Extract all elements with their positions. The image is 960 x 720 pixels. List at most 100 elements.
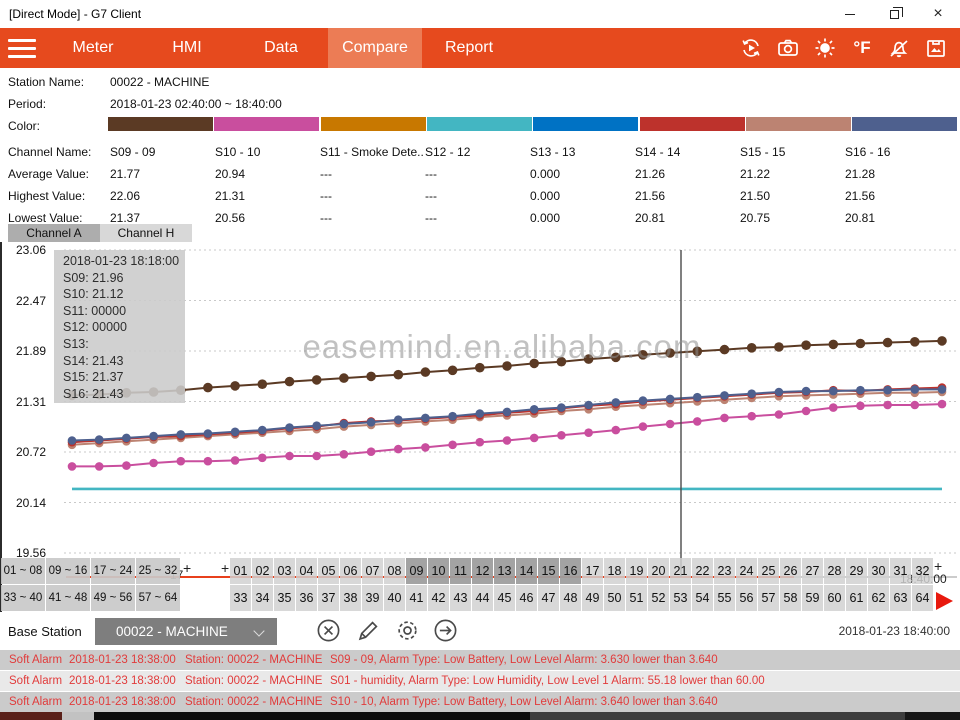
alarm-mute-bell-icon[interactable] [885, 34, 913, 62]
channel-button-09[interactable]: 09 [406, 558, 427, 584]
channel-button-60[interactable]: 60 [824, 585, 845, 611]
minimize-button[interactable] [828, 0, 872, 28]
hamburger-menu-icon[interactable] [0, 28, 46, 68]
channel-button-26[interactable]: 26 [780, 558, 801, 584]
channel-button-02[interactable]: 02 [252, 558, 273, 584]
channel-button-39[interactable]: 39 [362, 585, 383, 611]
alarm-row-3[interactable]: Soft Alarm2018-01-23 18:38:00Station: 00… [0, 692, 960, 712]
zoom-plus-button-2[interactable]: + [934, 558, 942, 574]
channel-button-53[interactable]: 53 [670, 585, 691, 611]
channel-button-17[interactable]: 17 [582, 558, 603, 584]
close-button[interactable]: × [916, 0, 960, 28]
channel-button-34[interactable]: 34 [252, 585, 273, 611]
channel-button-15[interactable]: 15 [538, 558, 559, 584]
channel-button-12[interactable]: 12 [472, 558, 493, 584]
channel-button-13[interactable]: 13 [494, 558, 515, 584]
channel-button-11[interactable]: 11 [450, 558, 471, 584]
channel-button-58[interactable]: 58 [780, 585, 801, 611]
apply-go-button[interactable] [432, 617, 459, 644]
alarm-row-2[interactable]: Soft Alarm2018-01-23 18:38:00Station: 00… [0, 671, 960, 691]
channel-button-07[interactable]: 07 [362, 558, 383, 584]
channel-button-24[interactable]: 24 [736, 558, 757, 584]
channel-button-03[interactable]: 03 [274, 558, 295, 584]
channel-button-38[interactable]: 38 [340, 585, 361, 611]
channel-button-01[interactable]: 01 [230, 558, 251, 584]
channel-button-19[interactable]: 19 [626, 558, 647, 584]
clear-button[interactable] [315, 617, 342, 644]
sync-play-icon[interactable] [737, 34, 765, 62]
channel-button-43[interactable]: 43 [450, 585, 471, 611]
channel-button-27[interactable]: 27 [802, 558, 823, 584]
edit-pencil-button[interactable] [355, 617, 382, 644]
channel-button-33[interactable]: 33 [230, 585, 251, 611]
channel-button-21[interactable]: 21 [670, 558, 691, 584]
channel-button-05[interactable]: 05 [318, 558, 339, 584]
base-station-dropdown[interactable]: 00022 - MACHINE [95, 618, 277, 645]
channel-button-22[interactable]: 22 [692, 558, 713, 584]
channel-button-31[interactable]: 31 [890, 558, 911, 584]
channel-button-50[interactable]: 50 [604, 585, 625, 611]
channel-button-16[interactable]: 16 [560, 558, 581, 584]
channel-button-25[interactable]: 25 [758, 558, 779, 584]
tab-channel-a[interactable]: Channel A [8, 224, 100, 242]
channel-button-52[interactable]: 52 [648, 585, 669, 611]
camera-icon[interactable] [774, 34, 802, 62]
tab-channel-h[interactable]: Channel H [100, 224, 192, 242]
settings-gear-button[interactable] [394, 617, 421, 644]
channel-button-40[interactable]: 40 [384, 585, 405, 611]
channel-button-44[interactable]: 44 [472, 585, 493, 611]
channel-button-47[interactable]: 47 [538, 585, 559, 611]
zoom-plus-button-0[interactable]: + [183, 560, 191, 576]
channel-button-45[interactable]: 45 [494, 585, 515, 611]
restore-button[interactable] [872, 0, 916, 28]
channel-button-61[interactable]: 61 [846, 585, 867, 611]
nav-item-meter[interactable]: Meter [46, 28, 140, 68]
channel-button-20[interactable]: 20 [648, 558, 669, 584]
nav-item-data[interactable]: Data [234, 28, 328, 68]
channel-button-41[interactable]: 41 [406, 585, 427, 611]
range-button-57~64[interactable]: 57 ~ 64 [136, 585, 180, 611]
channel-button-64[interactable]: 64 [912, 585, 933, 611]
channel-button-46[interactable]: 46 [516, 585, 537, 611]
channel-button-14[interactable]: 14 [516, 558, 537, 584]
range-button-41~48[interactable]: 41 ~ 48 [46, 585, 90, 611]
fahrenheit-toggle-icon[interactable]: °F [848, 34, 876, 62]
channel-button-62[interactable]: 62 [868, 585, 889, 611]
channel-button-28[interactable]: 28 [824, 558, 845, 584]
channel-button-49[interactable]: 49 [582, 585, 603, 611]
channel-button-08[interactable]: 08 [384, 558, 405, 584]
channel-button-18[interactable]: 18 [604, 558, 625, 584]
range-button-09~16[interactable]: 09 ~ 16 [46, 558, 90, 584]
brightness-sun-icon[interactable] [811, 34, 839, 62]
channel-button-42[interactable]: 42 [428, 585, 449, 611]
channel-button-57[interactable]: 57 [758, 585, 779, 611]
nav-item-hmi[interactable]: HMI [140, 28, 234, 68]
channel-button-63[interactable]: 63 [890, 585, 911, 611]
channel-button-10[interactable]: 10 [428, 558, 449, 584]
channel-button-55[interactable]: 55 [714, 585, 735, 611]
channel-button-35[interactable]: 35 [274, 585, 295, 611]
next-page-arrow[interactable] [936, 592, 953, 610]
channel-button-23[interactable]: 23 [714, 558, 735, 584]
alarm-row-1[interactable]: Soft Alarm2018-01-23 18:38:00Station: 00… [0, 650, 960, 670]
save-image-icon[interactable] [922, 34, 950, 62]
range-button-25~32[interactable]: 25 ~ 32 [136, 558, 180, 584]
channel-button-36[interactable]: 36 [296, 585, 317, 611]
channel-button-56[interactable]: 56 [736, 585, 757, 611]
channel-button-48[interactable]: 48 [560, 585, 581, 611]
range-button-01~08[interactable]: 01 ~ 08 [1, 558, 45, 584]
channel-button-59[interactable]: 59 [802, 585, 823, 611]
range-button-33~40[interactable]: 33 ~ 40 [1, 585, 45, 611]
channel-button-29[interactable]: 29 [846, 558, 867, 584]
channel-button-37[interactable]: 37 [318, 585, 339, 611]
channel-button-54[interactable]: 54 [692, 585, 713, 611]
channel-button-51[interactable]: 51 [626, 585, 647, 611]
nav-item-report[interactable]: Report [422, 28, 516, 68]
range-button-17~24[interactable]: 17 ~ 24 [91, 558, 135, 584]
trend-chart[interactable]: 23.0622.4721.8921.3120.7220.1419.56 ease… [0, 242, 960, 612]
range-button-49~56[interactable]: 49 ~ 56 [91, 585, 135, 611]
nav-item-compare[interactable]: Compare [328, 28, 422, 68]
channel-button-06[interactable]: 06 [340, 558, 361, 584]
channel-button-30[interactable]: 30 [868, 558, 889, 584]
channel-button-04[interactable]: 04 [296, 558, 317, 584]
